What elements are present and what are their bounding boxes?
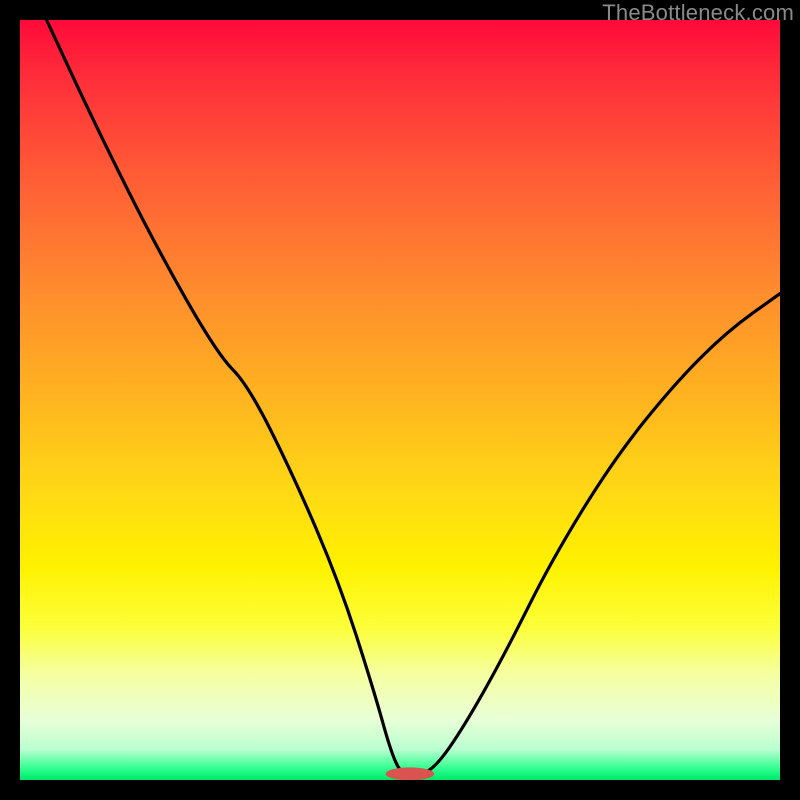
optimum-marker [386,767,435,780]
watermark-text: TheBottleneck.com [602,0,794,26]
chart-frame: TheBottleneck.com [0,0,800,800]
plot-area [20,20,780,780]
bottleneck-curve [47,20,780,776]
curve-layer [20,20,780,780]
